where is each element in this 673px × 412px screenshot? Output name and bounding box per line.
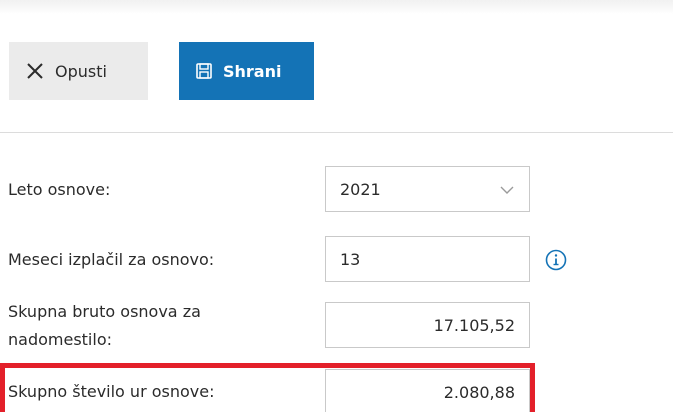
total-hours-input[interactable]: 2.080,88: [325, 369, 530, 412]
gross-base-value: 17.105,52: [433, 315, 515, 335]
base-year-label: Leto osnove:: [8, 180, 111, 199]
cancel-button[interactable]: Opusti: [9, 42, 148, 100]
cancel-button-label: Opusti: [55, 61, 107, 81]
close-icon: [25, 61, 45, 81]
total-hours-label: Skupno število ur osnove:: [8, 382, 215, 401]
months-paid-input[interactable]: 13: [325, 236, 530, 282]
top-shadow: [0, 0, 673, 14]
chevron-down-icon: [499, 182, 515, 198]
total-hours-value: 2.080,88: [443, 382, 515, 402]
base-year-value: 2021: [340, 179, 381, 199]
gross-base-input[interactable]: 17.105,52: [325, 302, 530, 348]
info-icon[interactable]: [545, 249, 567, 271]
months-paid-value: 13: [340, 249, 361, 269]
months-paid-label: Meseci izplačil za osnovo:: [8, 250, 215, 269]
gross-base-label-line2: nadomestilo:: [8, 330, 112, 349]
gross-base-label-line1: Skupna bruto osnova za: [8, 302, 201, 321]
floppy-disk-icon: [195, 62, 213, 80]
save-button-label: Shrani: [223, 61, 282, 81]
toolbar: Opusti Shrani: [0, 14, 673, 133]
save-button[interactable]: Shrani: [179, 42, 314, 100]
base-year-select[interactable]: 2021: [325, 166, 530, 212]
page: Opusti Shrani Leto osnove: 2021 Meseci i…: [0, 0, 673, 412]
